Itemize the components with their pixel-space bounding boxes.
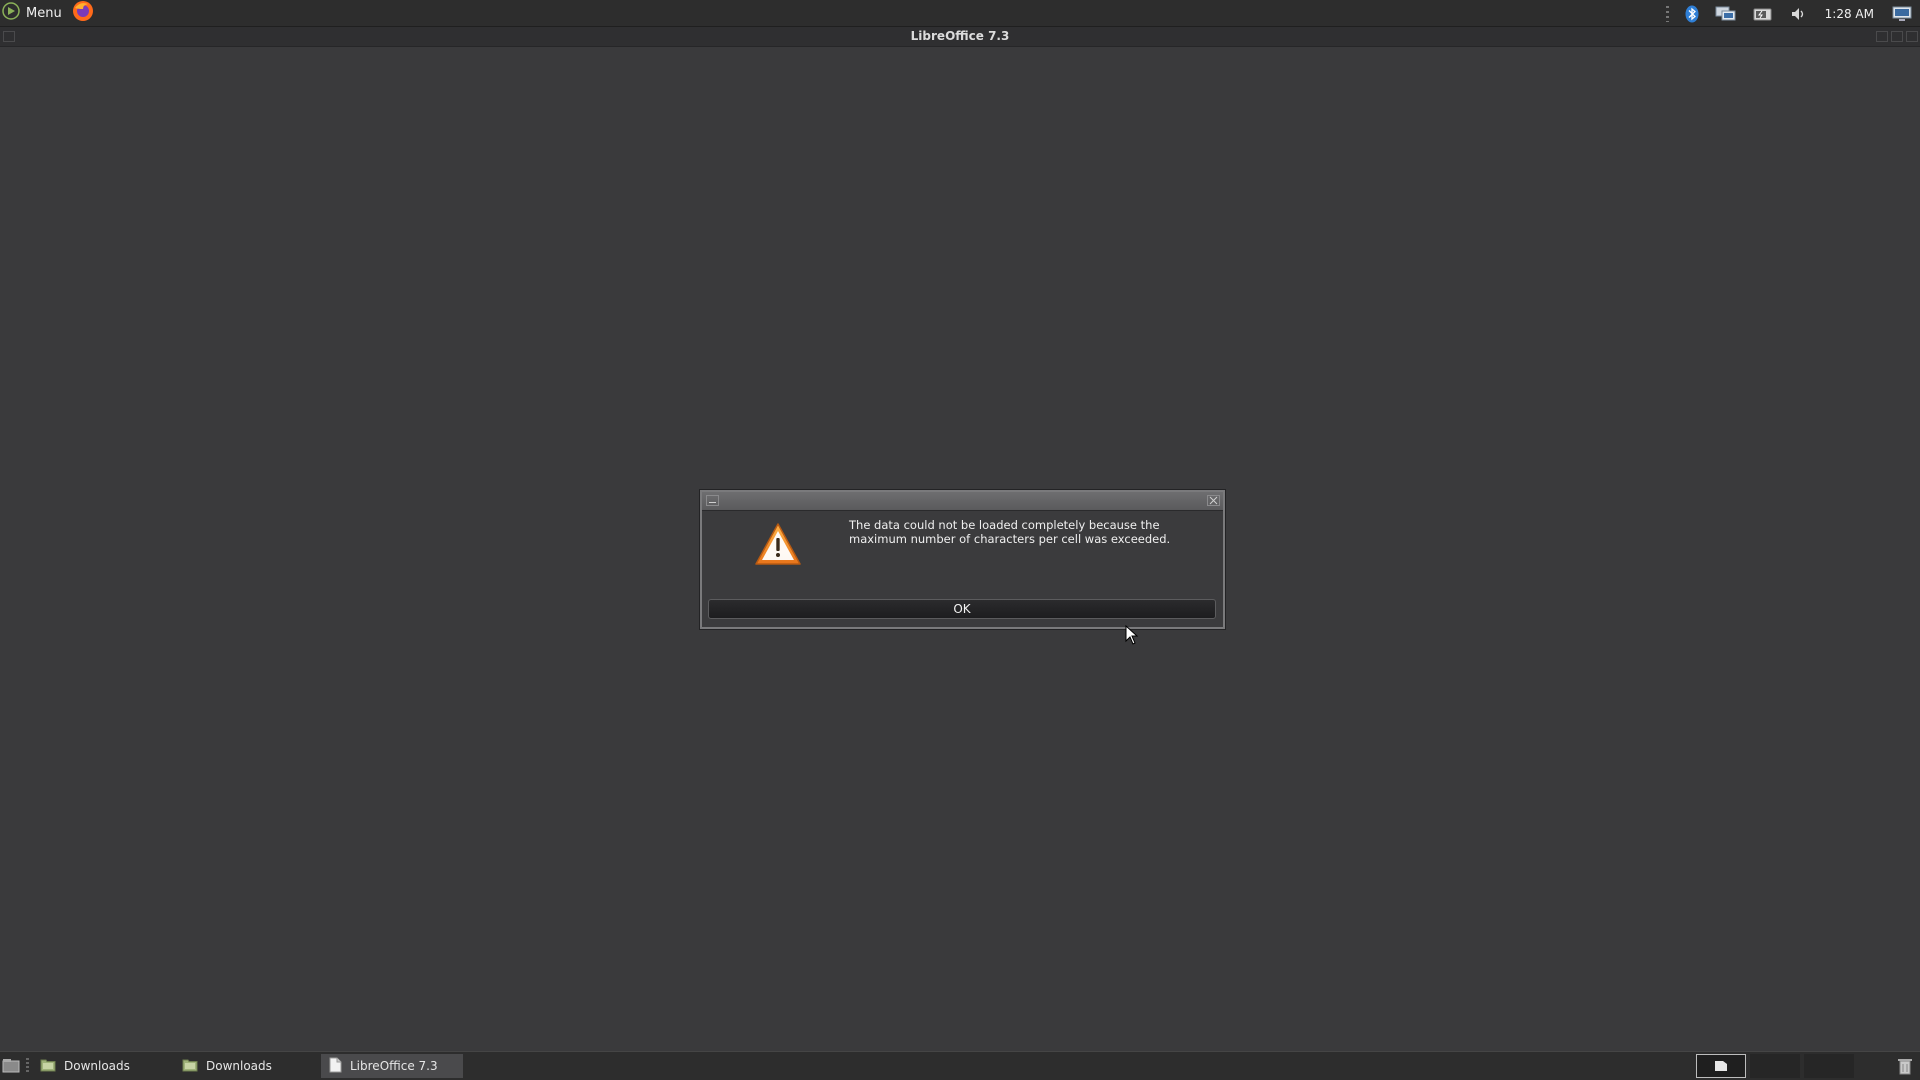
dialog-minimize-icon[interactable] [706, 495, 719, 506]
minimize-icon[interactable] [1876, 31, 1888, 42]
dialog-message: The data could not be loaded completely … [849, 518, 1171, 546]
taskbar-item-label: LibreOffice 7.3 [350, 1059, 438, 1073]
menu-label: Menu [26, 5, 62, 21]
folder-icon [40, 1058, 56, 1075]
folder-icon [182, 1058, 198, 1075]
warning-icon [754, 522, 802, 570]
taskbar-separator [26, 1058, 29, 1074]
taskbar-item-downloads-1[interactable]: Downloads [32, 1054, 170, 1078]
tray-grip [1665, 5, 1669, 22]
warning-dialog: The data could not be loaded completely … [700, 490, 1225, 629]
clock[interactable]: 1:28 AM [1815, 7, 1884, 21]
battery-icon[interactable] [1745, 0, 1781, 27]
bluetooth-icon[interactable] [1677, 0, 1707, 27]
trash-icon[interactable] [1894, 1055, 1916, 1077]
mouse-cursor-icon [1125, 624, 1139, 649]
menu-button[interactable]: Menu [0, 0, 68, 27]
firefox-icon[interactable] [72, 0, 94, 26]
window-titlebar[interactable]: LibreOffice 7.3 [0, 27, 1920, 47]
document-icon [329, 1057, 342, 1076]
taskbar-item-downloads-2[interactable]: Downloads [174, 1054, 312, 1078]
workspace-2[interactable] [1750, 1054, 1800, 1078]
dialog-titlebar[interactable] [702, 492, 1223, 511]
network-icon[interactable] [1707, 0, 1745, 27]
taskbar-item-libreoffice[interactable]: LibreOffice 7.3 [321, 1054, 463, 1078]
taskbar-item-label: Downloads [206, 1059, 272, 1073]
mint-menu-icon [2, 2, 20, 24]
system-tray: 1:28 AM [1665, 0, 1920, 27]
volume-icon[interactable] [1781, 0, 1815, 27]
workspace-1[interactable] [1696, 1054, 1746, 1078]
workspace-3[interactable] [1804, 1054, 1854, 1078]
ok-button[interactable]: OK [708, 599, 1216, 619]
taskbar-item-label: Downloads [64, 1059, 130, 1073]
maximize-icon[interactable] [1891, 31, 1903, 42]
display-icon[interactable] [1884, 0, 1920, 27]
close-icon[interactable] [1906, 31, 1918, 42]
dialog-close-icon[interactable] [1207, 495, 1220, 506]
show-desktop-button[interactable] [0, 1055, 22, 1077]
window-title: LibreOffice 7.3 [910, 29, 1010, 43]
taskbar: Downloads Downloads LibreOffice 7.3 [0, 1051, 1920, 1080]
top-panel: Menu 1:28 AM [0, 0, 1920, 27]
